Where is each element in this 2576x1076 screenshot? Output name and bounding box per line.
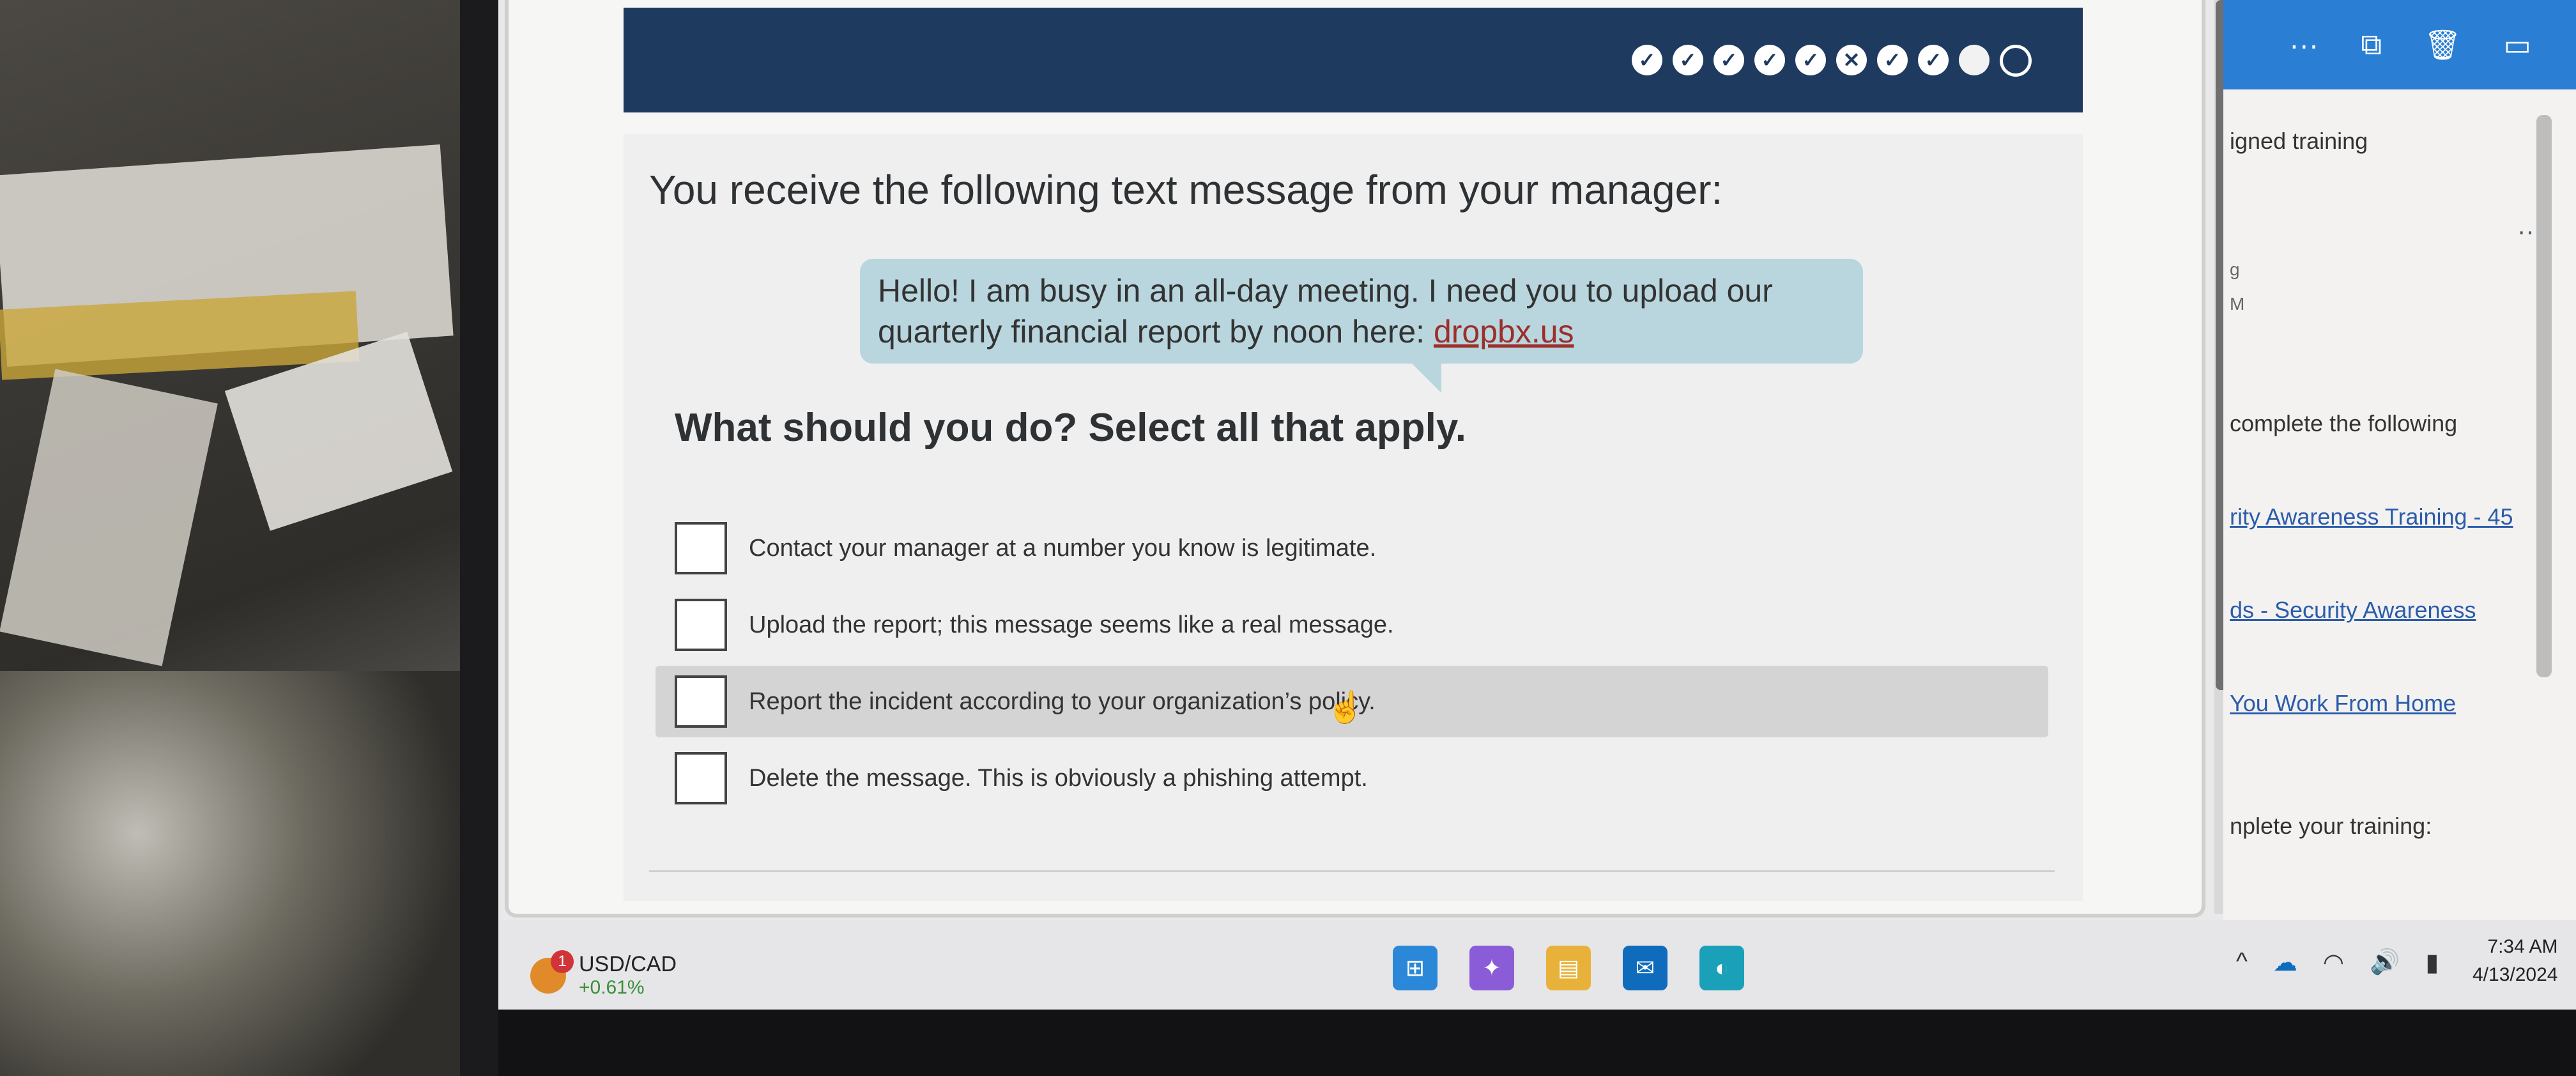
chevron-up-icon[interactable]: ^: [2236, 948, 2248, 977]
message-line-2: quarterly financial report by noon here:…: [878, 311, 1845, 352]
message-link[interactable]: dropbx.us: [1434, 314, 1574, 350]
stock-icon: 1: [530, 949, 574, 994]
answer-label[interactable]: Delete the message. This is obviously a …: [749, 765, 1368, 792]
outlook-reading-pane: ··· ⧉ 🗑 ▭ igned training ··· g M complet…: [2223, 0, 2576, 920]
progress-dot-correct: ✓: [1795, 45, 1826, 75]
progress-dot-current: [1959, 45, 1989, 75]
system-clock[interactable]: 7:34 AM 4/13/2024: [2472, 933, 2557, 989]
progress-dot-correct: ✓: [1918, 45, 1949, 75]
answer-option[interactable]: Upload the report; this message seems li…: [656, 589, 2048, 661]
answer-checkbox[interactable]: [675, 599, 727, 651]
answer-option[interactable]: Contact your manager at a number you kno…: [656, 512, 2048, 584]
answer-checkbox[interactable]: [675, 522, 727, 574]
stock-change: +0.61%: [579, 977, 645, 998]
answer-checkbox[interactable]: [675, 675, 727, 728]
taskbar-apps: ⊞ ✦ ▤ ✉ ◐: [1393, 946, 1744, 990]
onedrive-icon[interactable]: ☁: [2273, 948, 2297, 977]
training-window: ✓ ✓ ✓ ✓ ✓ ✕ ✓ ✓ You receive the followin…: [505, 0, 2230, 918]
email-link[interactable]: You Work From Home: [2230, 690, 2456, 717]
question-title: What should you do? Select all that appl…: [675, 406, 1466, 450]
progress-dot-correct: ✓: [1673, 45, 1703, 75]
outlook-toolbar: ··· ⧉ 🗑 ▭: [2223, 0, 2576, 89]
windows-taskbar: 1 USD/CAD +0.61% ⊞ ✦ ▤ ✉ ◐ ^ ☁ ◠ 🔊 ▮ 7:3…: [498, 920, 2576, 1010]
progress-dot-correct: ✓: [1632, 45, 1662, 75]
notification-badge: 1: [551, 949, 574, 973]
outlook-scrollbar[interactable]: [2536, 115, 2552, 677]
answer-label[interactable]: Contact your manager at a number you kno…: [749, 535, 1376, 562]
time-fragment: M: [2230, 294, 2245, 314]
monitor-chin: [498, 1010, 2576, 1076]
file-explorer-icon[interactable]: ▤: [1546, 946, 1591, 990]
message-line-1: Hello! I am busy in an all-day meeting. …: [878, 273, 1773, 309]
screen: ✓ ✓ ✓ ✓ ✓ ✕ ✓ ✓ You receive the followin…: [498, 0, 2576, 1010]
desk-cloth: [0, 671, 460, 1076]
divider: [649, 870, 2055, 872]
answer-option[interactable]: Delete the message. This is obviously a …: [656, 742, 2048, 814]
stock-text: USD/CAD +0.61%: [579, 952, 677, 999]
scenario-prompt: You receive the following text message f…: [649, 167, 1723, 213]
progress-indicator: ✓ ✓ ✓ ✓ ✓ ✕ ✓ ✓: [1632, 45, 2032, 77]
archive-icon[interactable]: ▭: [2504, 27, 2531, 62]
message-line-2-text: quarterly financial report by noon here:: [878, 314, 1434, 350]
trash-icon[interactable]: 🗑: [2424, 27, 2461, 63]
volume-icon[interactable]: 🔊: [2370, 948, 2400, 977]
popout-icon[interactable]: ⧉: [2361, 27, 2382, 63]
hand-cursor-icon: ☝: [1326, 691, 1365, 725]
system-tray: ^ ☁ ◠ 🔊 ▮: [2236, 948, 2439, 977]
email-link[interactable]: ds - Security Awareness: [2230, 597, 2476, 624]
start-icon[interactable]: ⊞: [1393, 946, 1438, 990]
outlook-icon[interactable]: ✉: [1623, 946, 1667, 990]
clock-time: 7:34 AM: [2487, 936, 2558, 957]
battery-icon[interactable]: ▮: [2425, 948, 2439, 977]
progress-dot-upcoming: [2000, 45, 2032, 77]
answer-checkbox[interactable]: [675, 752, 727, 804]
stock-name: USD/CAD: [579, 952, 677, 976]
bubble-tail: [1409, 361, 1441, 393]
email-body-line: nplete your training:: [2230, 813, 2432, 839]
answer-label[interactable]: Upload the report; this message seems li…: [749, 611, 1394, 639]
email-body-line: complete the following: [2230, 410, 2458, 436]
question-card: You receive the following text message f…: [624, 134, 2083, 901]
progress-dot-correct: ✓: [1754, 45, 1785, 75]
more-icon[interactable]: ···: [2289, 27, 2319, 62]
text-message-bubble: Hello! I am busy in an all-day meeting. …: [860, 259, 1863, 364]
sender-fragment: g: [2230, 259, 2240, 279]
wifi-icon[interactable]: ◠: [2323, 948, 2344, 977]
progress-dot-correct: ✓: [1877, 45, 1908, 75]
course-header-bar: ✓ ✓ ✓ ✓ ✓ ✕ ✓ ✓: [624, 8, 2083, 112]
progress-dot-incorrect: ✕: [1836, 45, 1867, 75]
email-link[interactable]: rity Awareness Training - 45: [2230, 503, 2513, 530]
copilot-icon[interactable]: ✦: [1469, 946, 1514, 990]
edge-icon[interactable]: ◐: [1699, 946, 1744, 990]
stock-widget[interactable]: 1 USD/CAD +0.61%: [530, 949, 677, 999]
answer-label[interactable]: Report the incident according to your or…: [749, 688, 1376, 716]
clock-date: 4/13/2024: [2472, 964, 2558, 985]
progress-dot-correct: ✓: [1713, 45, 1744, 75]
email-subject-fragment: igned training: [2230, 128, 2368, 154]
